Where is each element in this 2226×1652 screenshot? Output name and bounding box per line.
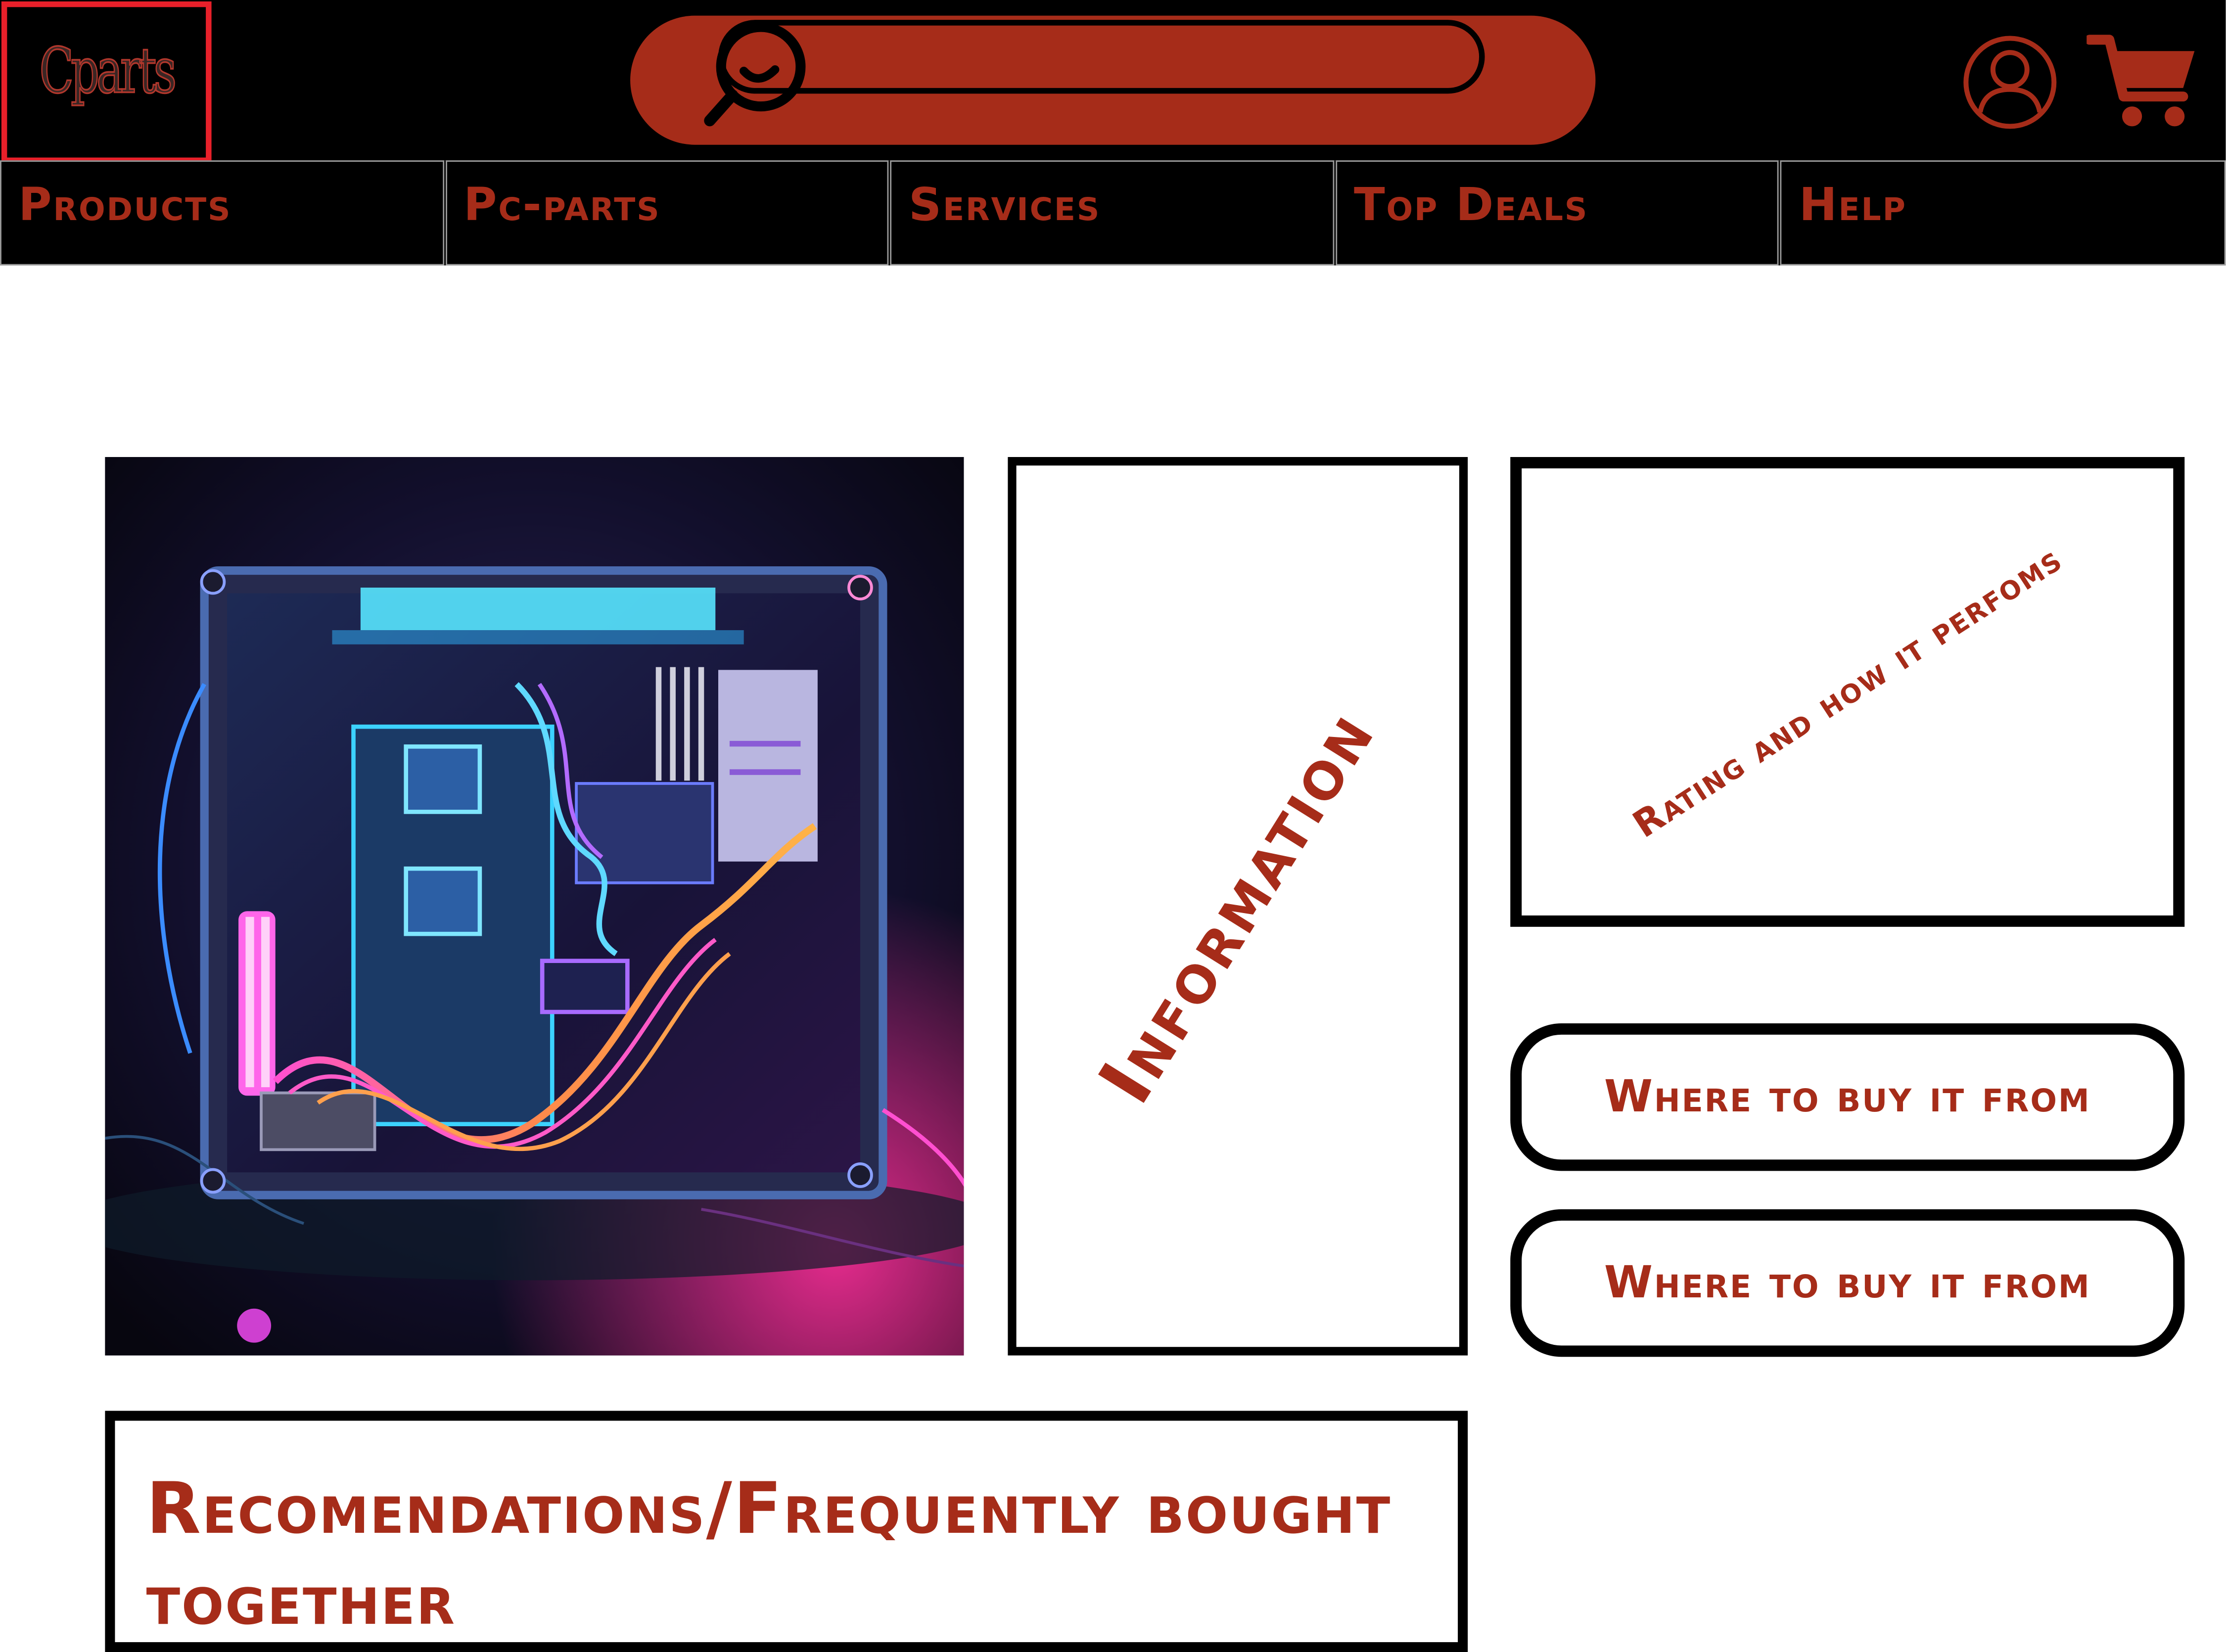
nav-label: Help [1799, 177, 1907, 231]
nav-item-products[interactable]: Products [0, 160, 444, 266]
nav-label: Top Deals [1353, 177, 1589, 231]
rating-panel: Rating and how it perfoms [1510, 457, 2185, 927]
nav-label: Pc-parts [464, 177, 661, 231]
user-account-icon[interactable] [1962, 34, 2058, 131]
nav-label: Products [18, 177, 232, 231]
nav-item-services[interactable]: Services [890, 160, 1334, 266]
shopping-cart-icon[interactable] [2087, 31, 2200, 131]
search-icon[interactable] [698, 18, 812, 132]
nav-label: Services [909, 177, 1101, 231]
search-input[interactable] [718, 20, 1485, 94]
nav-item-pc-parts[interactable]: Pc-parts [445, 160, 889, 266]
main-navigation: Products Pc-parts Services Top Deals Hel… [0, 160, 2226, 266]
rating-label: Rating and how it perfoms [1625, 537, 2070, 847]
nav-item-top-deals[interactable]: Top Deals [1335, 160, 1779, 266]
recommendations-panel: Recomendations/Frequently bought togethe… [105, 1411, 1468, 1652]
search-bar[interactable] [630, 15, 1596, 145]
top-header: Cparts [0, 0, 2226, 163]
where-to-buy-button[interactable]: Where to buy it from [1510, 1209, 2185, 1357]
logo-text: Cparts [39, 35, 177, 109]
site-logo[interactable]: Cparts [1, 1, 212, 163]
where-to-buy-label: Where to buy it from [1604, 1071, 2091, 1123]
nav-item-help[interactable]: Help [1780, 160, 2226, 266]
product-image [105, 457, 964, 1356]
information-panel: Information [1008, 457, 1468, 1356]
information-label: Information [1083, 694, 1392, 1118]
where-to-buy-button[interactable]: Where to buy it from [1510, 1023, 2185, 1171]
recommendations-title: Recomendations/Frequently bought togethe… [146, 1468, 1392, 1641]
where-to-buy-label: Where to buy it from [1604, 1257, 2091, 1309]
